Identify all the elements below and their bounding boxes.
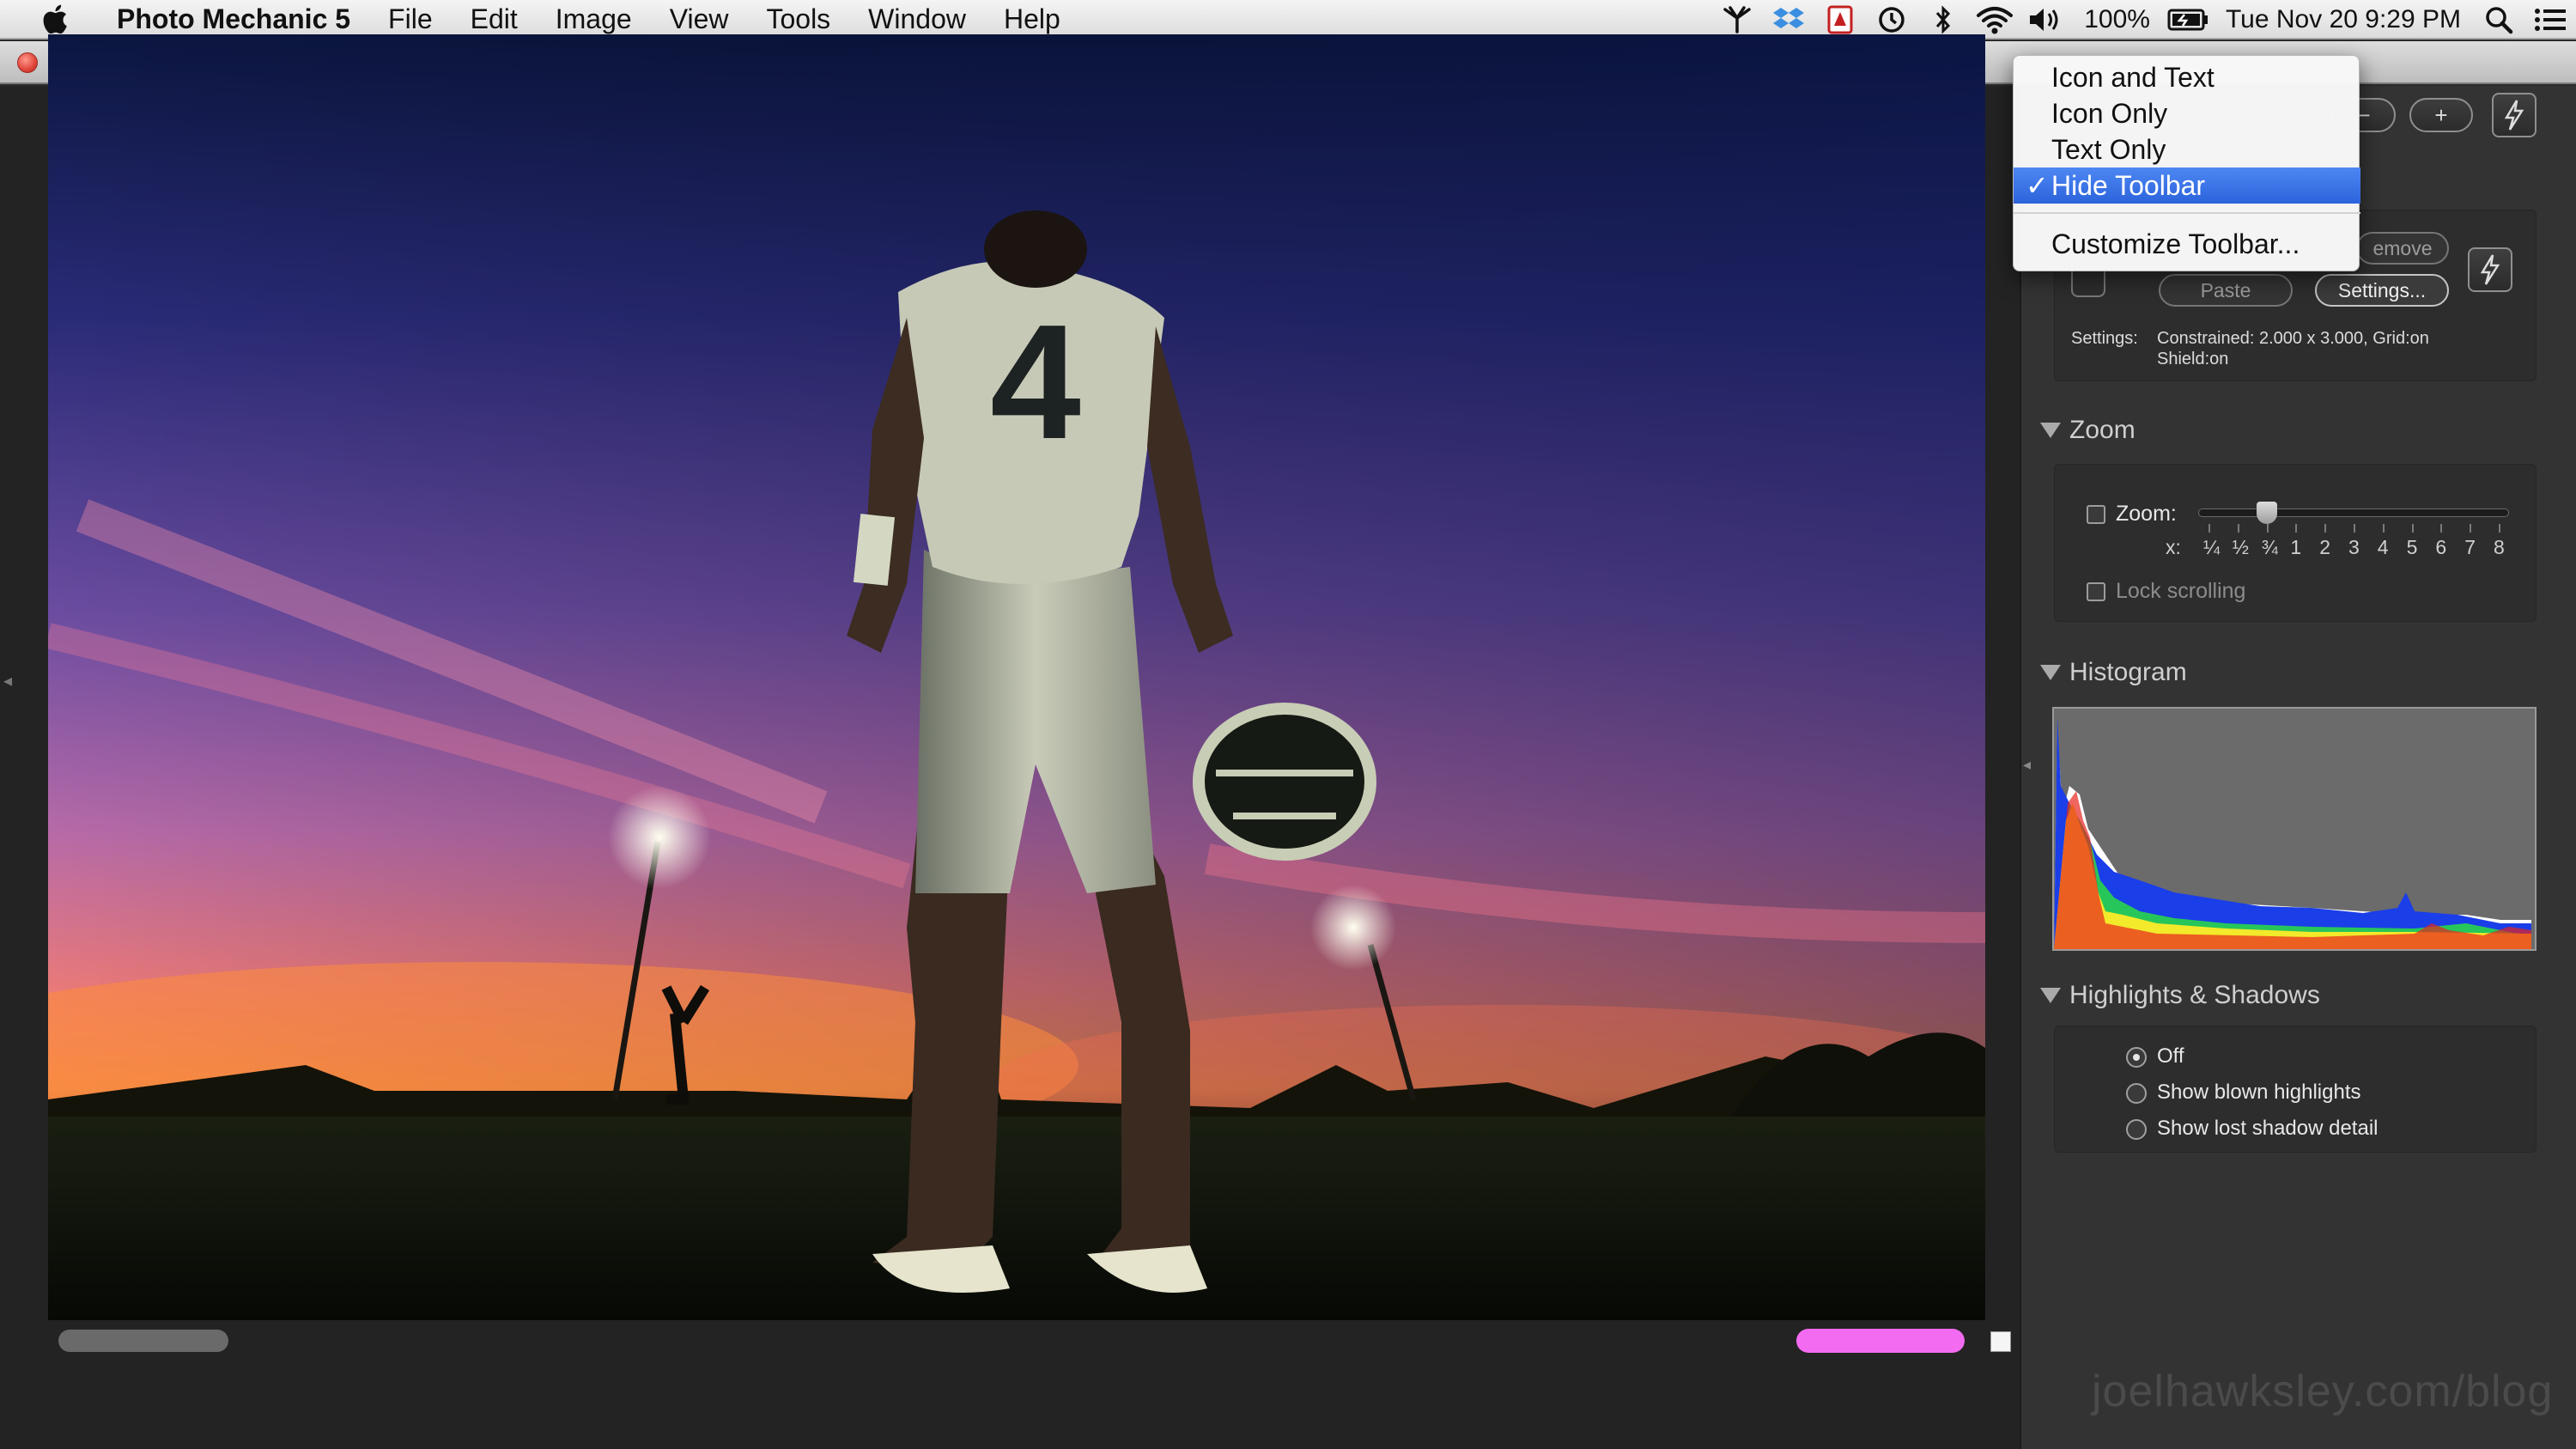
zoom-slider-track[interactable]	[2198, 508, 2509, 517]
radio-show-lost-shadow-detail-label: Show lost shadow detail	[2157, 1117, 2379, 1140]
resize-corner-box[interactable]	[1990, 1331, 2011, 1352]
menu-help[interactable]: Help	[985, 0, 1079, 39]
radio-show-blown-highlights[interactable]	[2126, 1083, 2147, 1104]
spotlight-search-icon[interactable]	[2473, 0, 2524, 40]
highlights-shadows-title: Highlights & Shadows	[2069, 981, 2320, 1009]
crop-settings-value-line2: Shield:on	[2157, 350, 2229, 368]
battery-percent: 100%	[2084, 5, 2150, 33]
menu-item-icon-only[interactable]: Icon Only	[2014, 95, 2360, 131]
checkmark-icon: ✓	[2026, 170, 2049, 201]
lock-scrolling-label: Lock scrolling	[2116, 579, 2246, 603]
watermark-text: joelhawksley.com/blog	[2092, 1367, 2554, 1416]
preview-photo[interactable]: 4	[48, 34, 1985, 1320]
notification-center-icon[interactable]	[2524, 0, 2576, 40]
crop-settings-value-line1: Constrained: 2.000 x 3.000, Grid:on	[2157, 329, 2429, 348]
histogram-graph	[2052, 707, 2537, 951]
menu-item-text-only[interactable]: Text Only	[2014, 131, 2360, 167]
settings-button[interactable]: Settings...	[2315, 274, 2449, 307]
disclosure-triangle-icon	[2040, 423, 2061, 438]
zoom-slider-tick	[2470, 524, 2472, 533]
menu-file[interactable]: File	[369, 0, 452, 39]
zoom-slider-tick	[2411, 524, 2414, 533]
zoom-slider-tick	[2354, 524, 2355, 533]
zoom-slider-tick	[2382, 524, 2385, 533]
radio-show-lost-shadow-detail[interactable]	[2126, 1119, 2147, 1140]
menu-item-icon-and-text[interactable]: Icon and Text	[2014, 59, 2360, 95]
left-edge-arrow-icon[interactable]: ◂	[3, 670, 12, 691]
lightning-icon	[2480, 254, 2500, 285]
zoom-scale-label: 8	[2494, 536, 2505, 558]
menu-image[interactable]: Image	[537, 0, 651, 39]
zoom-scale-label: ½	[2232, 536, 2249, 558]
zoom-scale-label: ¼	[2203, 536, 2221, 558]
menu-window[interactable]: Window	[849, 0, 985, 39]
zoom-scale-label: 4	[2377, 536, 2389, 558]
zoom-scale-prefix: x:	[2166, 536, 2181, 558]
zoom-slider-tick	[2295, 524, 2298, 533]
remove-button[interactable]: emove	[2356, 232, 2449, 265]
zoom-scale-label: 1	[2290, 536, 2302, 558]
plus-label: +	[2434, 101, 2448, 128]
zoom-slider-tick	[2208, 524, 2210, 533]
radio-off[interactable]	[2126, 1047, 2147, 1068]
lock-scrolling-checkbox[interactable]	[2087, 582, 2105, 601]
menu-view[interactable]: View	[651, 0, 748, 39]
horizontal-scrollbar-thumb[interactable]	[58, 1330, 228, 1352]
menu-edit[interactable]: Edit	[452, 0, 537, 39]
zoom-slider-knob[interactable]	[2256, 502, 2277, 524]
zoom-slider-tick	[2266, 524, 2269, 533]
menu-item-customize-toolbar[interactable]: Customize Toolbar...	[2014, 226, 2360, 262]
zoom-slider-ticks	[2200, 524, 2509, 534]
zoom-slider-tick	[2237, 524, 2239, 533]
zoom-scale-label: 6	[2435, 536, 2447, 558]
menu-item-label: Icon Only	[2051, 98, 2168, 129]
menu-item-label: Customize Toolbar...	[2051, 228, 2300, 259]
disclosure-triangle-icon	[2040, 665, 2061, 680]
zoom-checkbox[interactable]	[2087, 505, 2105, 524]
toolbar-lightning-button[interactable]	[2492, 93, 2537, 137]
menu-item-label: Text Only	[2051, 134, 2166, 165]
disclosure-triangle-icon	[2040, 988, 2061, 1003]
app-menu[interactable]: Photo Mechanic 5	[98, 0, 369, 39]
crop-lightning-button[interactable]	[2468, 247, 2512, 292]
jersey-number: 4	[990, 291, 1081, 473]
zoom-section-title: Zoom	[2069, 416, 2136, 444]
lightning-icon	[2504, 100, 2524, 131]
histogram-section-title: Histogram	[2069, 658, 2187, 686]
zoom-scale-label: 3	[2348, 536, 2360, 558]
menubar-clock[interactable]: Tue Nov 20 9:29 PM	[2214, 5, 2473, 34]
histogram-svg	[2054, 717, 2531, 949]
toolbar-context-menu: Icon and Text Icon Only Text Only ✓ Hide…	[2013, 55, 2360, 271]
menu-item-label: Hide Toolbar	[2051, 170, 2206, 201]
crop-settings-caption: Settings:	[2071, 329, 2138, 348]
zoom-scale-label: 2	[2319, 536, 2330, 558]
zoom-section-header[interactable]: Zoom	[2040, 416, 2136, 445]
menu-item-hide-toolbar[interactable]: ✓ Hide Toolbar	[2014, 167, 2360, 204]
radio-off-label: Off	[2157, 1044, 2184, 1068]
zoom-scale-label: 5	[2406, 536, 2418, 558]
volume-icon[interactable]	[2020, 0, 2072, 40]
photo-image: 4	[48, 34, 1985, 1320]
battery-icon[interactable]	[2162, 0, 2214, 40]
zoom-slider-tick	[2440, 524, 2443, 533]
zoom-scale-label: 7	[2464, 536, 2476, 558]
menu-tools[interactable]: Tools	[747, 0, 849, 39]
paste-button[interactable]: Paste	[2159, 274, 2293, 307]
zoom-scale-label: ¾	[2261, 536, 2278, 558]
menu-separator	[2014, 212, 2360, 214]
histogram-section-header[interactable]: Histogram	[2040, 658, 2187, 687]
menu-item-label: Icon and Text	[2051, 62, 2215, 93]
zoom-slider-tick	[2324, 524, 2327, 533]
highlights-shadows-section-header[interactable]: Highlights & Shadows	[2040, 981, 2320, 1010]
zoom-checkbox-label: Zoom:	[2116, 502, 2177, 526]
toolbar-plus-button[interactable]: +	[2409, 98, 2473, 132]
apple-menu-icon[interactable]	[34, 0, 76, 39]
color-class-label[interactable]	[1796, 1329, 1965, 1353]
panel-divider-arrow-icon[interactable]: ◂	[2023, 756, 2031, 774]
radio-show-blown-highlights-label: Show blown highlights	[2157, 1081, 2361, 1104]
zoom-slider-tick	[2499, 524, 2500, 533]
